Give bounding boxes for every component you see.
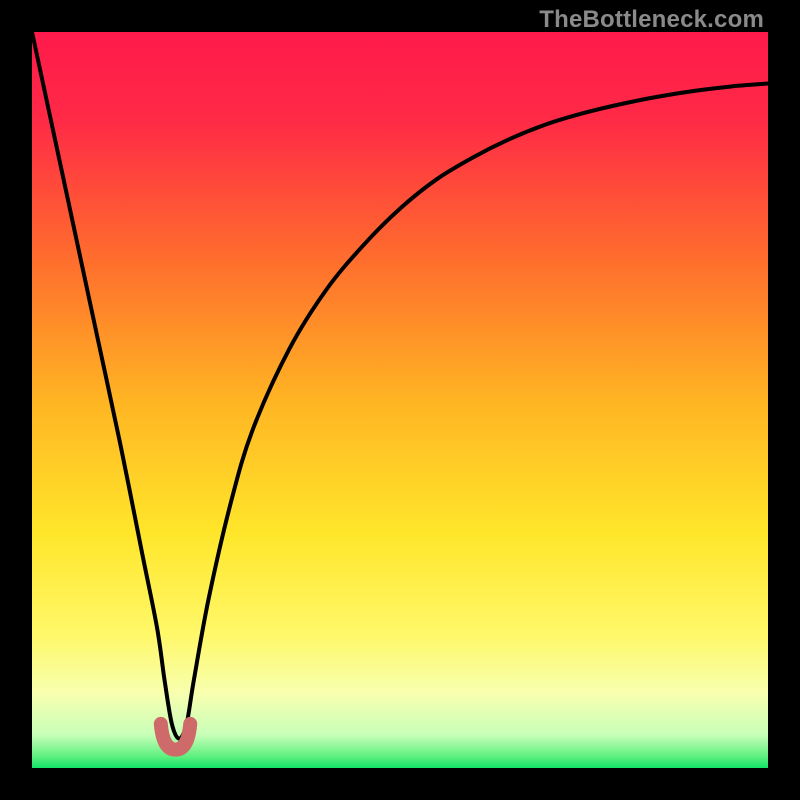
chart-frame: TheBottleneck.com	[0, 0, 800, 800]
watermark-text: TheBottleneck.com	[539, 6, 764, 34]
bottleneck-curve	[32, 32, 768, 739]
plot-area	[32, 32, 768, 768]
curve-layer	[32, 32, 768, 768]
